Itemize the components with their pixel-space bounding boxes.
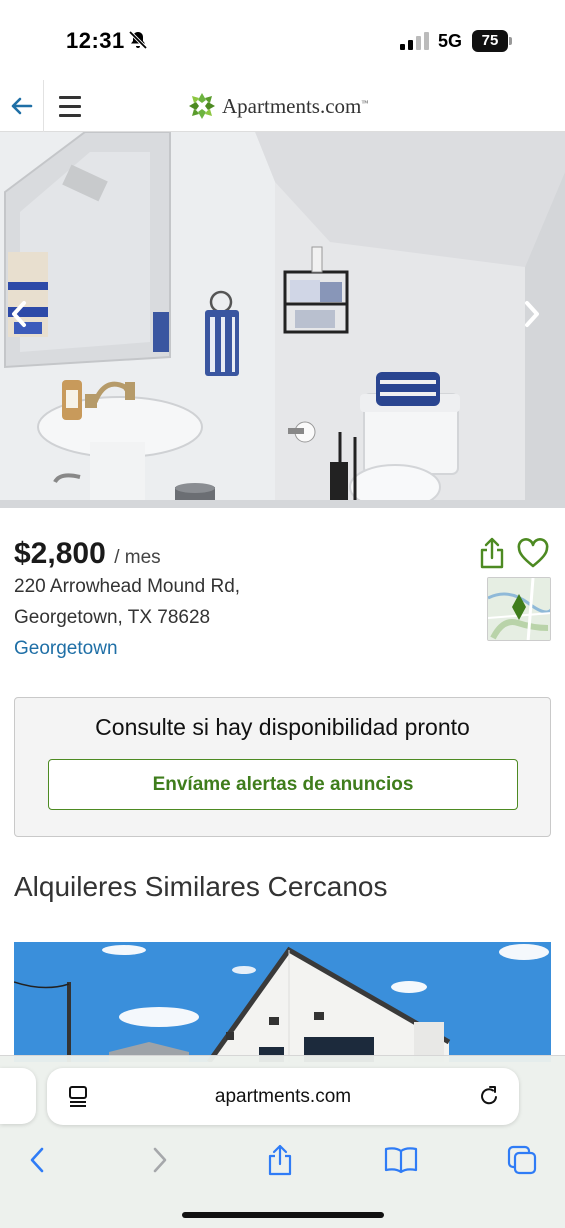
logo[interactable]: Apartments.com™ bbox=[188, 90, 368, 122]
price: $2,800 bbox=[14, 537, 106, 570]
chevron-left-icon bbox=[12, 301, 26, 327]
address-line1: 220 Arrowhead Mound Rd, bbox=[14, 576, 241, 597]
home-indicator bbox=[182, 1212, 384, 1218]
browser-toolbar: apartments.com bbox=[0, 1055, 565, 1228]
forward-icon bbox=[153, 1147, 167, 1173]
logo-text: Apartments.com™ bbox=[222, 93, 369, 118]
browser-forward-button[interactable] bbox=[140, 1140, 180, 1180]
listing-alerts-button[interactable]: Envíame alertas de anuncios bbox=[48, 759, 518, 810]
heart-icon[interactable] bbox=[517, 538, 549, 570]
browser-share-button[interactable] bbox=[260, 1140, 300, 1180]
map-thumbnail[interactable] bbox=[487, 577, 551, 641]
bookmarks-icon bbox=[384, 1147, 418, 1174]
similar-rental-card[interactable] bbox=[14, 942, 551, 1062]
browser-back-button[interactable] bbox=[17, 1140, 57, 1180]
back-button[interactable] bbox=[0, 80, 44, 132]
url-text: apartments.com bbox=[214, 1086, 352, 1107]
logo-mark-icon bbox=[189, 93, 215, 119]
similar-rental-photo bbox=[14, 942, 551, 1062]
neighborhood-link[interactable]: Georgetown bbox=[14, 638, 118, 660]
bell-off-icon bbox=[128, 30, 148, 50]
chevron-right-icon bbox=[525, 301, 539, 327]
signal-icon bbox=[400, 32, 429, 50]
availability-box: Consulte si hay disponibilidad pronto En… bbox=[14, 697, 551, 837]
tabs-icon bbox=[507, 1145, 537, 1175]
hamburger-icon bbox=[59, 96, 81, 117]
address-bar[interactable]: apartments.com bbox=[47, 1068, 519, 1125]
similar-rentals-heading: Alquileres Similares Cercanos bbox=[14, 871, 388, 902]
listing-photo[interactable] bbox=[0, 132, 565, 508]
back-icon bbox=[30, 1147, 44, 1173]
prev-photo-button[interactable] bbox=[10, 300, 40, 340]
price-unit: / mes bbox=[114, 547, 161, 568]
network-label: 5G bbox=[438, 31, 463, 51]
next-photo-button[interactable] bbox=[523, 300, 553, 340]
price-row: $2,800 / mes bbox=[14, 537, 161, 571]
bathroom-photo bbox=[0, 132, 565, 508]
status-time: 12:31 bbox=[66, 28, 125, 53]
site-header: Apartments.com™ bbox=[0, 80, 565, 132]
reload-icon[interactable] bbox=[477, 1084, 501, 1108]
battery-cap bbox=[509, 37, 512, 45]
menu-button[interactable] bbox=[50, 80, 90, 132]
browser-tabs-button[interactable] bbox=[502, 1140, 542, 1180]
share-icon[interactable] bbox=[478, 536, 506, 570]
browser-bookmarks-button[interactable] bbox=[381, 1140, 421, 1180]
previous-tab-peek[interactable] bbox=[0, 1068, 36, 1124]
page: 12:31 5G 75 Apartments.com™ $2,800 / mes… bbox=[0, 0, 565, 1228]
battery-indicator: 75 bbox=[472, 30, 512, 52]
back-arrow-icon bbox=[11, 97, 32, 115]
map-pin-icon bbox=[488, 578, 550, 640]
address-line2: Georgetown, TX 78628 bbox=[14, 607, 211, 628]
battery-level: 75 bbox=[472, 30, 508, 52]
status-bar: 12:31 5G 75 bbox=[0, 0, 565, 80]
availability-title: Consulte si hay disponibilidad pronto bbox=[95, 714, 470, 740]
share-icon bbox=[268, 1144, 292, 1176]
